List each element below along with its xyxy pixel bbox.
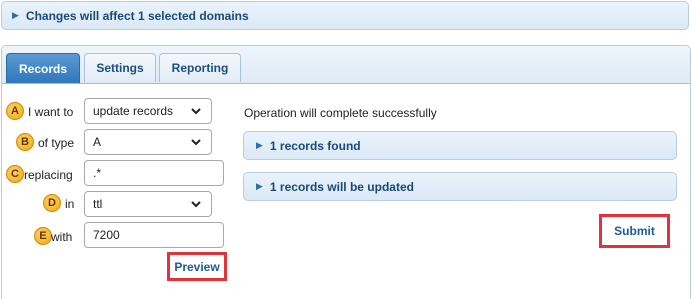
record-type-value: A: [93, 135, 102, 149]
banner-text: Changes will affect 1 selected domains: [25, 8, 249, 23]
action-select-value: update records: [93, 104, 174, 118]
tab-bar: Records Settings Reporting: [2, 46, 690, 84]
type-label: of type: [38, 136, 75, 150]
in-label: in: [65, 197, 75, 211]
records-updated-label: 1 records will be updated: [269, 179, 414, 194]
preview-label: Preview: [174, 259, 220, 274]
records-found-section[interactable]: ▶ 1 records found: [243, 131, 677, 160]
selection-banner[interactable]: ▶ Changes will affect 1 selected domains: [1, 1, 689, 30]
record-type-select[interactable]: A: [84, 129, 212, 155]
with-label: with: [51, 230, 73, 244]
submit-button[interactable]: Submit: [599, 214, 670, 248]
field-select-value: ttl: [93, 197, 103, 211]
caret-right-icon: ▶: [256, 181, 263, 191]
step-badge-d: D: [43, 194, 61, 212]
action-label: I want to: [28, 105, 74, 119]
chevron-down-icon: [191, 201, 201, 208]
field-select[interactable]: ttl: [84, 191, 212, 217]
caret-right-icon: ▶: [12, 10, 19, 20]
operation-status: Operation will complete successfully: [244, 106, 437, 120]
chevron-down-icon: [191, 108, 201, 115]
step-badge-a: A: [6, 102, 24, 120]
chevron-down-icon: [191, 139, 201, 146]
submit-label: Submit: [614, 224, 655, 238]
records-updated-section[interactable]: ▶ 1 records will be updated: [243, 172, 677, 201]
preview-button[interactable]: Preview: [167, 252, 227, 281]
tab-reporting[interactable]: Reporting: [159, 53, 241, 82]
replacing-label: replacing: [24, 168, 73, 182]
tab-records[interactable]: Records: [6, 53, 80, 83]
action-select[interactable]: update records: [84, 98, 212, 124]
records-found-label: 1 records found: [269, 138, 361, 153]
caret-right-icon: ▶: [256, 140, 263, 150]
replacing-input[interactable]: [84, 160, 224, 186]
tab-settings[interactable]: Settings: [84, 53, 156, 82]
step-badge-b: B: [16, 133, 34, 151]
with-input[interactable]: [84, 222, 224, 248]
step-badge-e: E: [34, 227, 52, 245]
step-badge-c: C: [6, 165, 24, 183]
